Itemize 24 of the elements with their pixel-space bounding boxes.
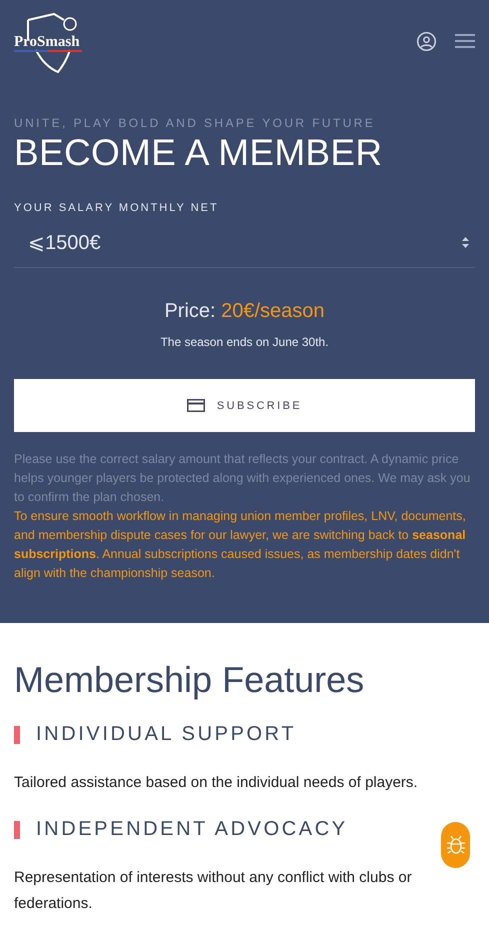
accent-bar	[14, 726, 20, 744]
bug-icon	[446, 835, 464, 855]
feature-heading: INDIVIDUAL SUPPORT	[36, 723, 296, 746]
feature-text: Representation of interests without any conflict with clubs or federations.	[14, 868, 413, 914]
feature-heading: INDEPENDENT ADVOCACY	[36, 818, 348, 841]
feature-text: Tailored assistance based on the individual needs of players.	[14, 773, 419, 793]
accent-bar	[14, 820, 20, 838]
tagline: UNITE, PLAY BOLD AND SHAPE YOUR FUTURE	[14, 116, 376, 130]
price-text: Price: 20€/season	[163, 300, 326, 323]
logo[interactable]: ProSmash	[14, 10, 84, 78]
sort-arrows-icon	[462, 237, 469, 248]
salary-label: YOUR SALARY MONTHLY NET	[14, 202, 220, 214]
logo-text: ProSmash	[14, 34, 80, 51]
notice-text: To ensure smooth workflow in managing union member profiles, LNV, documents, and membership dispute cases for our lawyer, we are switching back to seasonal subscriptions. Annual subscriptions caused issues, as membership dates didn't align with the championship season.	[14, 508, 467, 582]
page-title: BECOME A MEMBER	[14, 132, 384, 174]
bug-report-button[interactable]	[441, 822, 470, 868]
menu-icon[interactable]	[455, 33, 475, 49]
season-note: The season ends on June 30th.	[159, 335, 330, 349]
user-icon[interactable]	[416, 30, 437, 52]
subscribe-button[interactable]: SUBSCRIBE	[14, 379, 475, 432]
credit-card-icon	[186, 399, 205, 412]
salary-select[interactable]: ⩽1500€	[14, 218, 475, 268]
notice-text: Please use the correct salary amount that reflects your contract. A dynamic price helps younger players be protected along with experienced ones. We may ask you to confirm the plan chosen.	[14, 451, 472, 506]
section-title: Membership Features	[14, 659, 366, 701]
